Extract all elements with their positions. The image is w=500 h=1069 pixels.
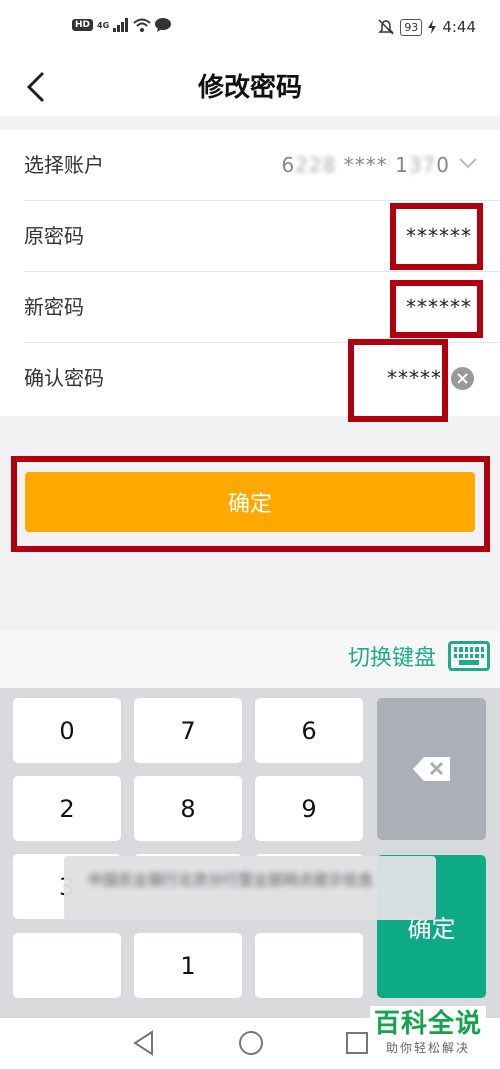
hd-badge: HD bbox=[72, 19, 94, 31]
key-2[interactable]: 2 bbox=[13, 776, 121, 841]
wifi-icon bbox=[133, 18, 151, 32]
mute-bell-icon bbox=[378, 19, 395, 35]
status-left: HD 4G bbox=[72, 18, 172, 32]
chevron-down-icon[interactable] bbox=[458, 156, 478, 170]
confirm-password-label: 确认密码 bbox=[24, 366, 104, 390]
nav-back-icon[interactable] bbox=[132, 1030, 156, 1056]
submit-button[interactable]: 确定 bbox=[25, 472, 475, 532]
close-icon bbox=[457, 373, 468, 384]
status-right: 93 4:44 bbox=[378, 18, 476, 36]
account-value-mid: **** 1 bbox=[336, 153, 409, 177]
network-label: 4G bbox=[97, 20, 110, 30]
key-blank-right[interactable] bbox=[255, 933, 363, 998]
key-1[interactable]: 1 bbox=[134, 933, 242, 998]
key-6[interactable]: 6 bbox=[255, 698, 363, 763]
watermark-logo: 百科全说 助你轻松解决 bbox=[369, 1006, 486, 1058]
key-0[interactable]: 0 bbox=[13, 698, 121, 763]
chat-bubble-icon bbox=[155, 18, 172, 32]
keyboard-header: 切换键盘 bbox=[0, 630, 500, 688]
toast-text: 中国农业银行北京分行营业部网点提示信息 bbox=[88, 871, 374, 889]
charging-icon bbox=[428, 20, 437, 34]
highlight-new-password bbox=[390, 280, 483, 338]
nav-home-icon[interactable] bbox=[238, 1030, 264, 1056]
toast-message: 中国农业银行北京分行营业部网点提示信息 bbox=[64, 856, 436, 920]
key-blank-left[interactable] bbox=[13, 933, 121, 998]
key-9[interactable]: 9 bbox=[255, 776, 363, 841]
account-value-masked-1: 228 bbox=[295, 153, 337, 177]
nav-recents-icon[interactable] bbox=[345, 1030, 369, 1056]
old-password-label: 原密码 bbox=[24, 224, 84, 248]
page-title: 修改密码 bbox=[197, 73, 302, 103]
highlight-confirm-password bbox=[348, 339, 448, 422]
key-8[interactable]: 8 bbox=[134, 776, 242, 841]
keyboard-icon bbox=[448, 641, 490, 671]
new-password-label: 新密码 bbox=[24, 295, 84, 319]
switch-keyboard-button[interactable]: 切换键盘 bbox=[348, 640, 490, 672]
backspace-icon bbox=[412, 757, 450, 781]
numeric-keypad: 0 7 6 2 8 9 3 1 确定 bbox=[0, 688, 500, 1018]
account-value-masked-2: 37 bbox=[408, 153, 437, 177]
status-bar: HD 4G 93 4:44 bbox=[0, 0, 500, 58]
highlight-old-password bbox=[390, 203, 483, 270]
switch-keyboard-label: 切换键盘 bbox=[347, 646, 436, 671]
account-value-end: 0 bbox=[436, 153, 450, 177]
watermark-main: 百科全说 bbox=[373, 1009, 482, 1039]
watermark-sub: 助你轻松解决 bbox=[385, 1041, 470, 1055]
nav-bar: 修改密码 bbox=[0, 58, 500, 116]
account-value-start: 6 bbox=[281, 153, 296, 177]
signal-icon bbox=[113, 18, 129, 32]
account-row[interactable]: 选择账户 6228 **** 1370 bbox=[0, 130, 500, 201]
clear-input-button[interactable] bbox=[451, 367, 474, 390]
backspace-key[interactable] bbox=[377, 698, 486, 840]
account-value: 6228 **** 1370 bbox=[281, 130, 450, 201]
account-label: 选择账户 bbox=[24, 153, 104, 177]
status-time: 4:44 bbox=[442, 18, 476, 36]
key-7[interactable]: 7 bbox=[134, 698, 242, 763]
battery-indicator: 93 bbox=[400, 18, 423, 36]
